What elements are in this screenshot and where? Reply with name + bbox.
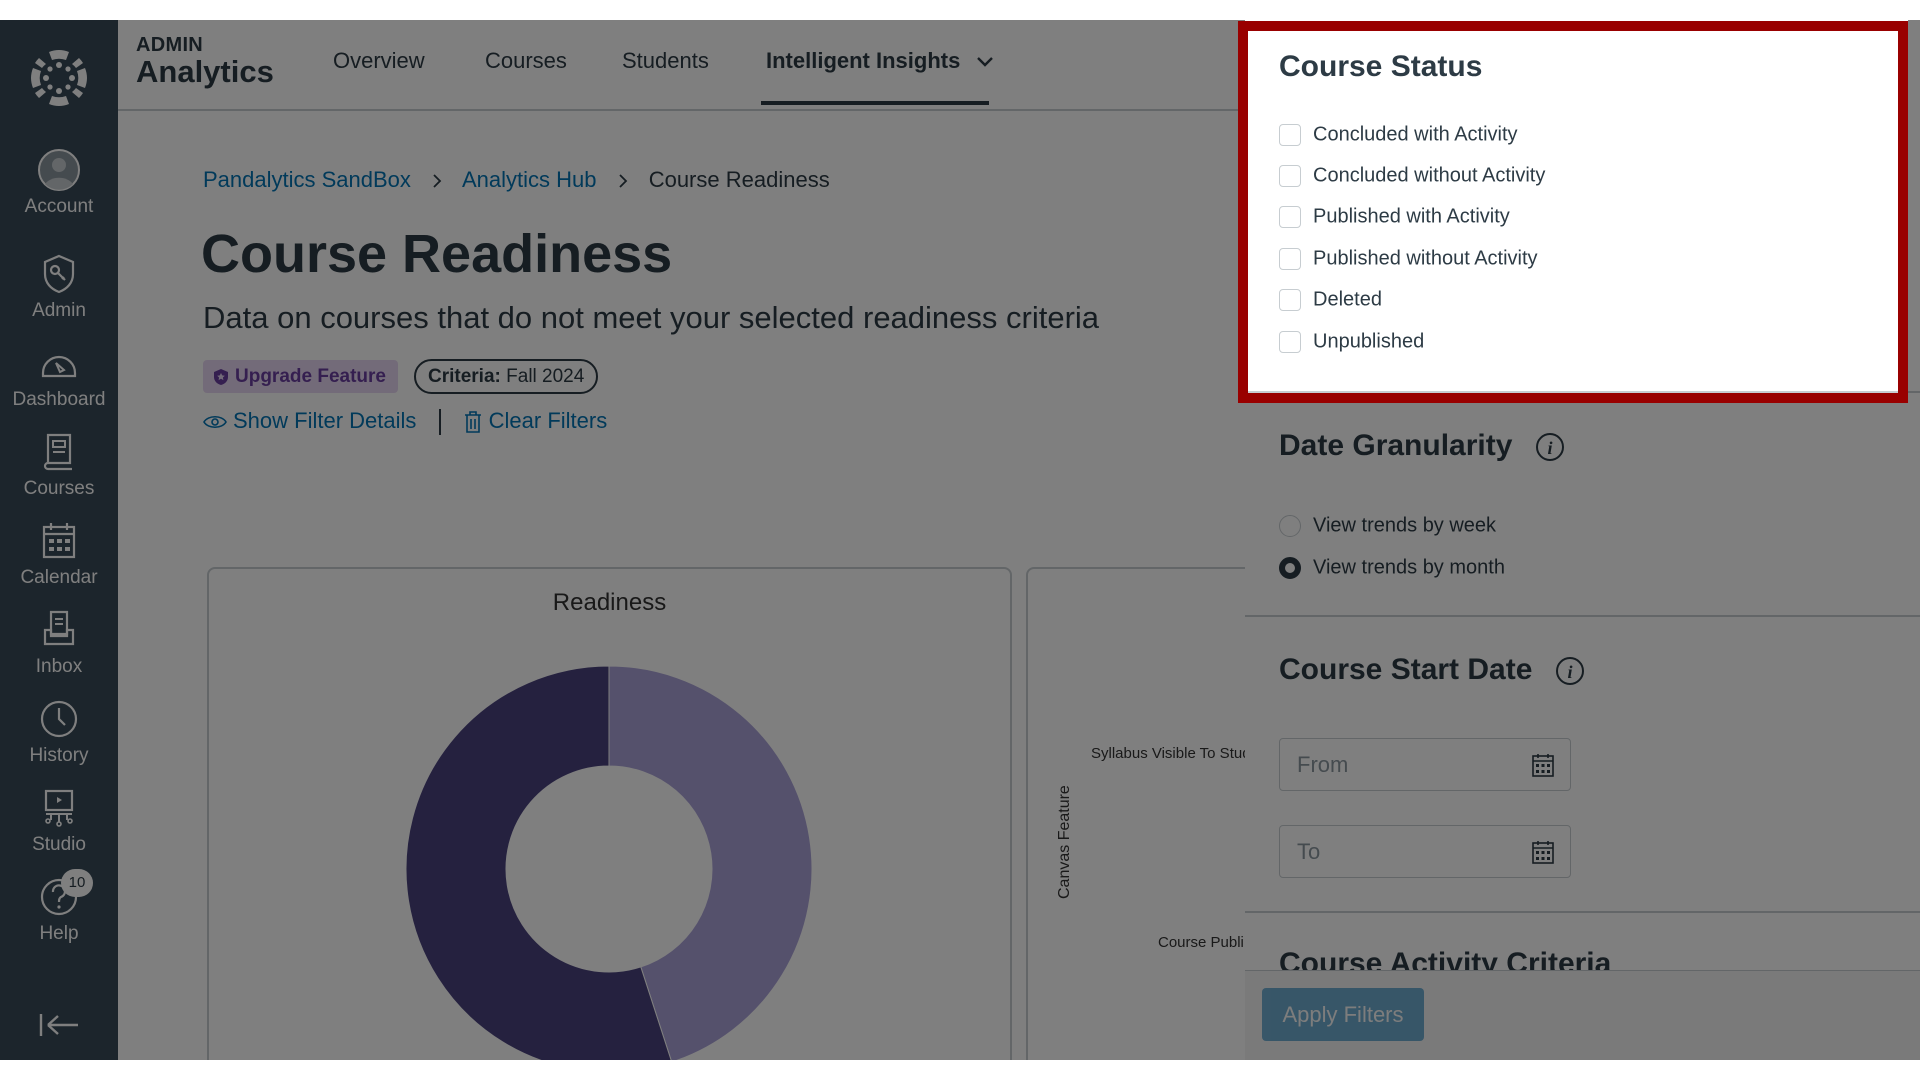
course-start-date-label: Course Start Date xyxy=(1279,653,1533,686)
info-icon[interactable]: i xyxy=(1535,432,1565,462)
course-start-date-title: Course Start Date i xyxy=(1279,653,1585,687)
tray-footer: Apply Filters xyxy=(1245,970,1920,1060)
option-label: View trends by month xyxy=(1313,556,1505,579)
option-label: Concluded without Activity xyxy=(1313,164,1546,187)
svg-text:i: i xyxy=(1547,438,1552,458)
checkbox-concluded-with-activity[interactable]: Concluded with Activity xyxy=(1279,122,1518,152)
checkbox-deleted[interactable]: Deleted xyxy=(1279,287,1382,317)
apply-filters-button[interactable]: Apply Filters xyxy=(1262,988,1424,1041)
checkbox-concluded-without-activity[interactable]: Concluded without Activity xyxy=(1279,163,1545,193)
radio-button[interactable] xyxy=(1279,514,1301,537)
course-status-title: Course Status xyxy=(1279,50,1483,83)
filter-tray: Course Status Concluded with Activity Co… xyxy=(1245,20,1920,1060)
svg-text:i: i xyxy=(1567,662,1572,682)
course-activity-criteria-section: Course Activity Criteria xyxy=(1245,913,1920,973)
date-granularity-label: Date Granularity xyxy=(1279,429,1513,462)
option-label: Unpublished xyxy=(1313,330,1425,353)
start-date-to-input[interactable]: To xyxy=(1279,825,1571,878)
date-granularity-section: Date Granularity i View trends by week V… xyxy=(1245,393,1920,617)
info-icon[interactable]: i xyxy=(1555,656,1585,686)
checkbox-published-with-activity[interactable]: Published with Activity xyxy=(1279,204,1510,234)
calendar-icon[interactable] xyxy=(1532,753,1554,777)
option-label: Published without Activity xyxy=(1313,247,1538,270)
calendar-icon[interactable] xyxy=(1532,840,1554,864)
checkbox[interactable] xyxy=(1279,288,1301,311)
option-label: View trends by week xyxy=(1313,514,1497,537)
radio-view-by-week[interactable]: View trends by week xyxy=(1279,513,1496,543)
radio-button-selected[interactable] xyxy=(1279,556,1301,579)
app-frame: Account Admin Dashboard Courses xyxy=(0,20,1920,1060)
from-placeholder: From xyxy=(1297,752,1349,777)
checkbox[interactable] xyxy=(1279,123,1301,146)
option-label: Concluded with Activity xyxy=(1313,123,1518,146)
checkbox[interactable] xyxy=(1279,205,1301,228)
date-granularity-title: Date Granularity i xyxy=(1279,429,1565,463)
checkbox-unpublished[interactable]: Unpublished xyxy=(1279,329,1424,359)
checkbox[interactable] xyxy=(1279,247,1301,270)
course-status-section: Course Status Concluded with Activity Co… xyxy=(1245,20,1920,393)
start-date-from-input[interactable]: From xyxy=(1279,738,1571,791)
checkbox[interactable] xyxy=(1279,330,1301,353)
checkbox[interactable] xyxy=(1279,164,1301,187)
checkbox-published-without-activity[interactable]: Published without Activity xyxy=(1279,246,1538,276)
option-label: Published with Activity xyxy=(1313,205,1510,228)
to-placeholder: To xyxy=(1297,839,1321,864)
radio-view-by-month[interactable]: View trends by month xyxy=(1279,555,1505,585)
course-start-date-section: Course Start Date i From To xyxy=(1245,617,1920,913)
option-label: Deleted xyxy=(1313,288,1382,311)
